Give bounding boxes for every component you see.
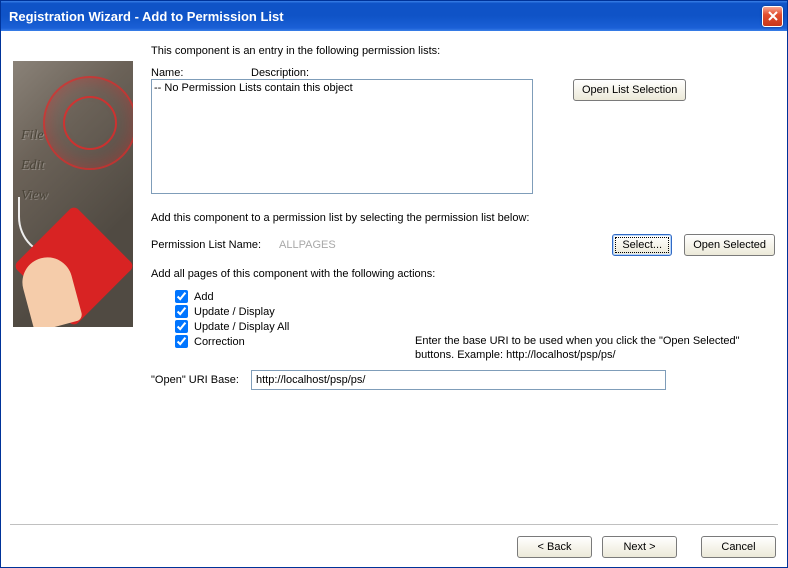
select-button[interactable]: Select... [612,234,672,256]
checkbox-update-display-all[interactable] [175,320,188,333]
list-header: Name: Description: [151,67,533,79]
checkbox-correction-label: Correction [194,336,245,348]
wizard-side-image: FileEditView [13,61,133,327]
uri-base-input[interactable] [251,370,666,390]
open-selected-button[interactable]: Open Selected [684,234,775,256]
close-button[interactable] [762,6,783,27]
open-list-selection-button[interactable]: Open List Selection [573,79,686,101]
wizard-button-bar: < Back Next > Cancel [517,536,776,558]
close-icon [768,11,778,21]
permission-lists-box[interactable]: -- No Permission Lists contain this obje… [151,79,533,194]
checkbox-add[interactable] [175,290,188,303]
window-title: Registration Wizard - Add to Permission … [9,9,762,24]
uri-hint-text: Enter the base URI to be used when you c… [415,334,765,362]
column-header-name: Name: [151,67,251,79]
list-empty-text: -- No Permission Lists contain this obje… [154,82,530,94]
back-button[interactable]: < Back [517,536,592,558]
titlebar: Registration Wizard - Add to Permission … [1,1,787,31]
uri-base-label: "Open" URI Base: [151,374,251,386]
perm-list-name-label: Permission List Name: [151,239,261,251]
checkbox-update-display[interactable] [175,305,188,318]
checkbox-update-display-label: Update / Display [194,306,275,318]
perm-list-name-value: ALLPAGES [279,239,336,251]
checkbox-update-display-all-label: Update / Display All [194,321,289,333]
column-header-description: Description: [251,67,309,79]
add-hint-text: Add this component to a permission list … [151,212,775,224]
divider [10,524,778,526]
intro-text: This component is an entry in the follow… [151,45,775,57]
checkbox-add-label: Add [194,291,214,303]
actions-hint-text: Add all pages of this component with the… [151,268,775,280]
cancel-button[interactable]: Cancel [701,536,776,558]
next-button[interactable]: Next > [602,536,677,558]
checkbox-correction[interactable] [175,335,188,348]
